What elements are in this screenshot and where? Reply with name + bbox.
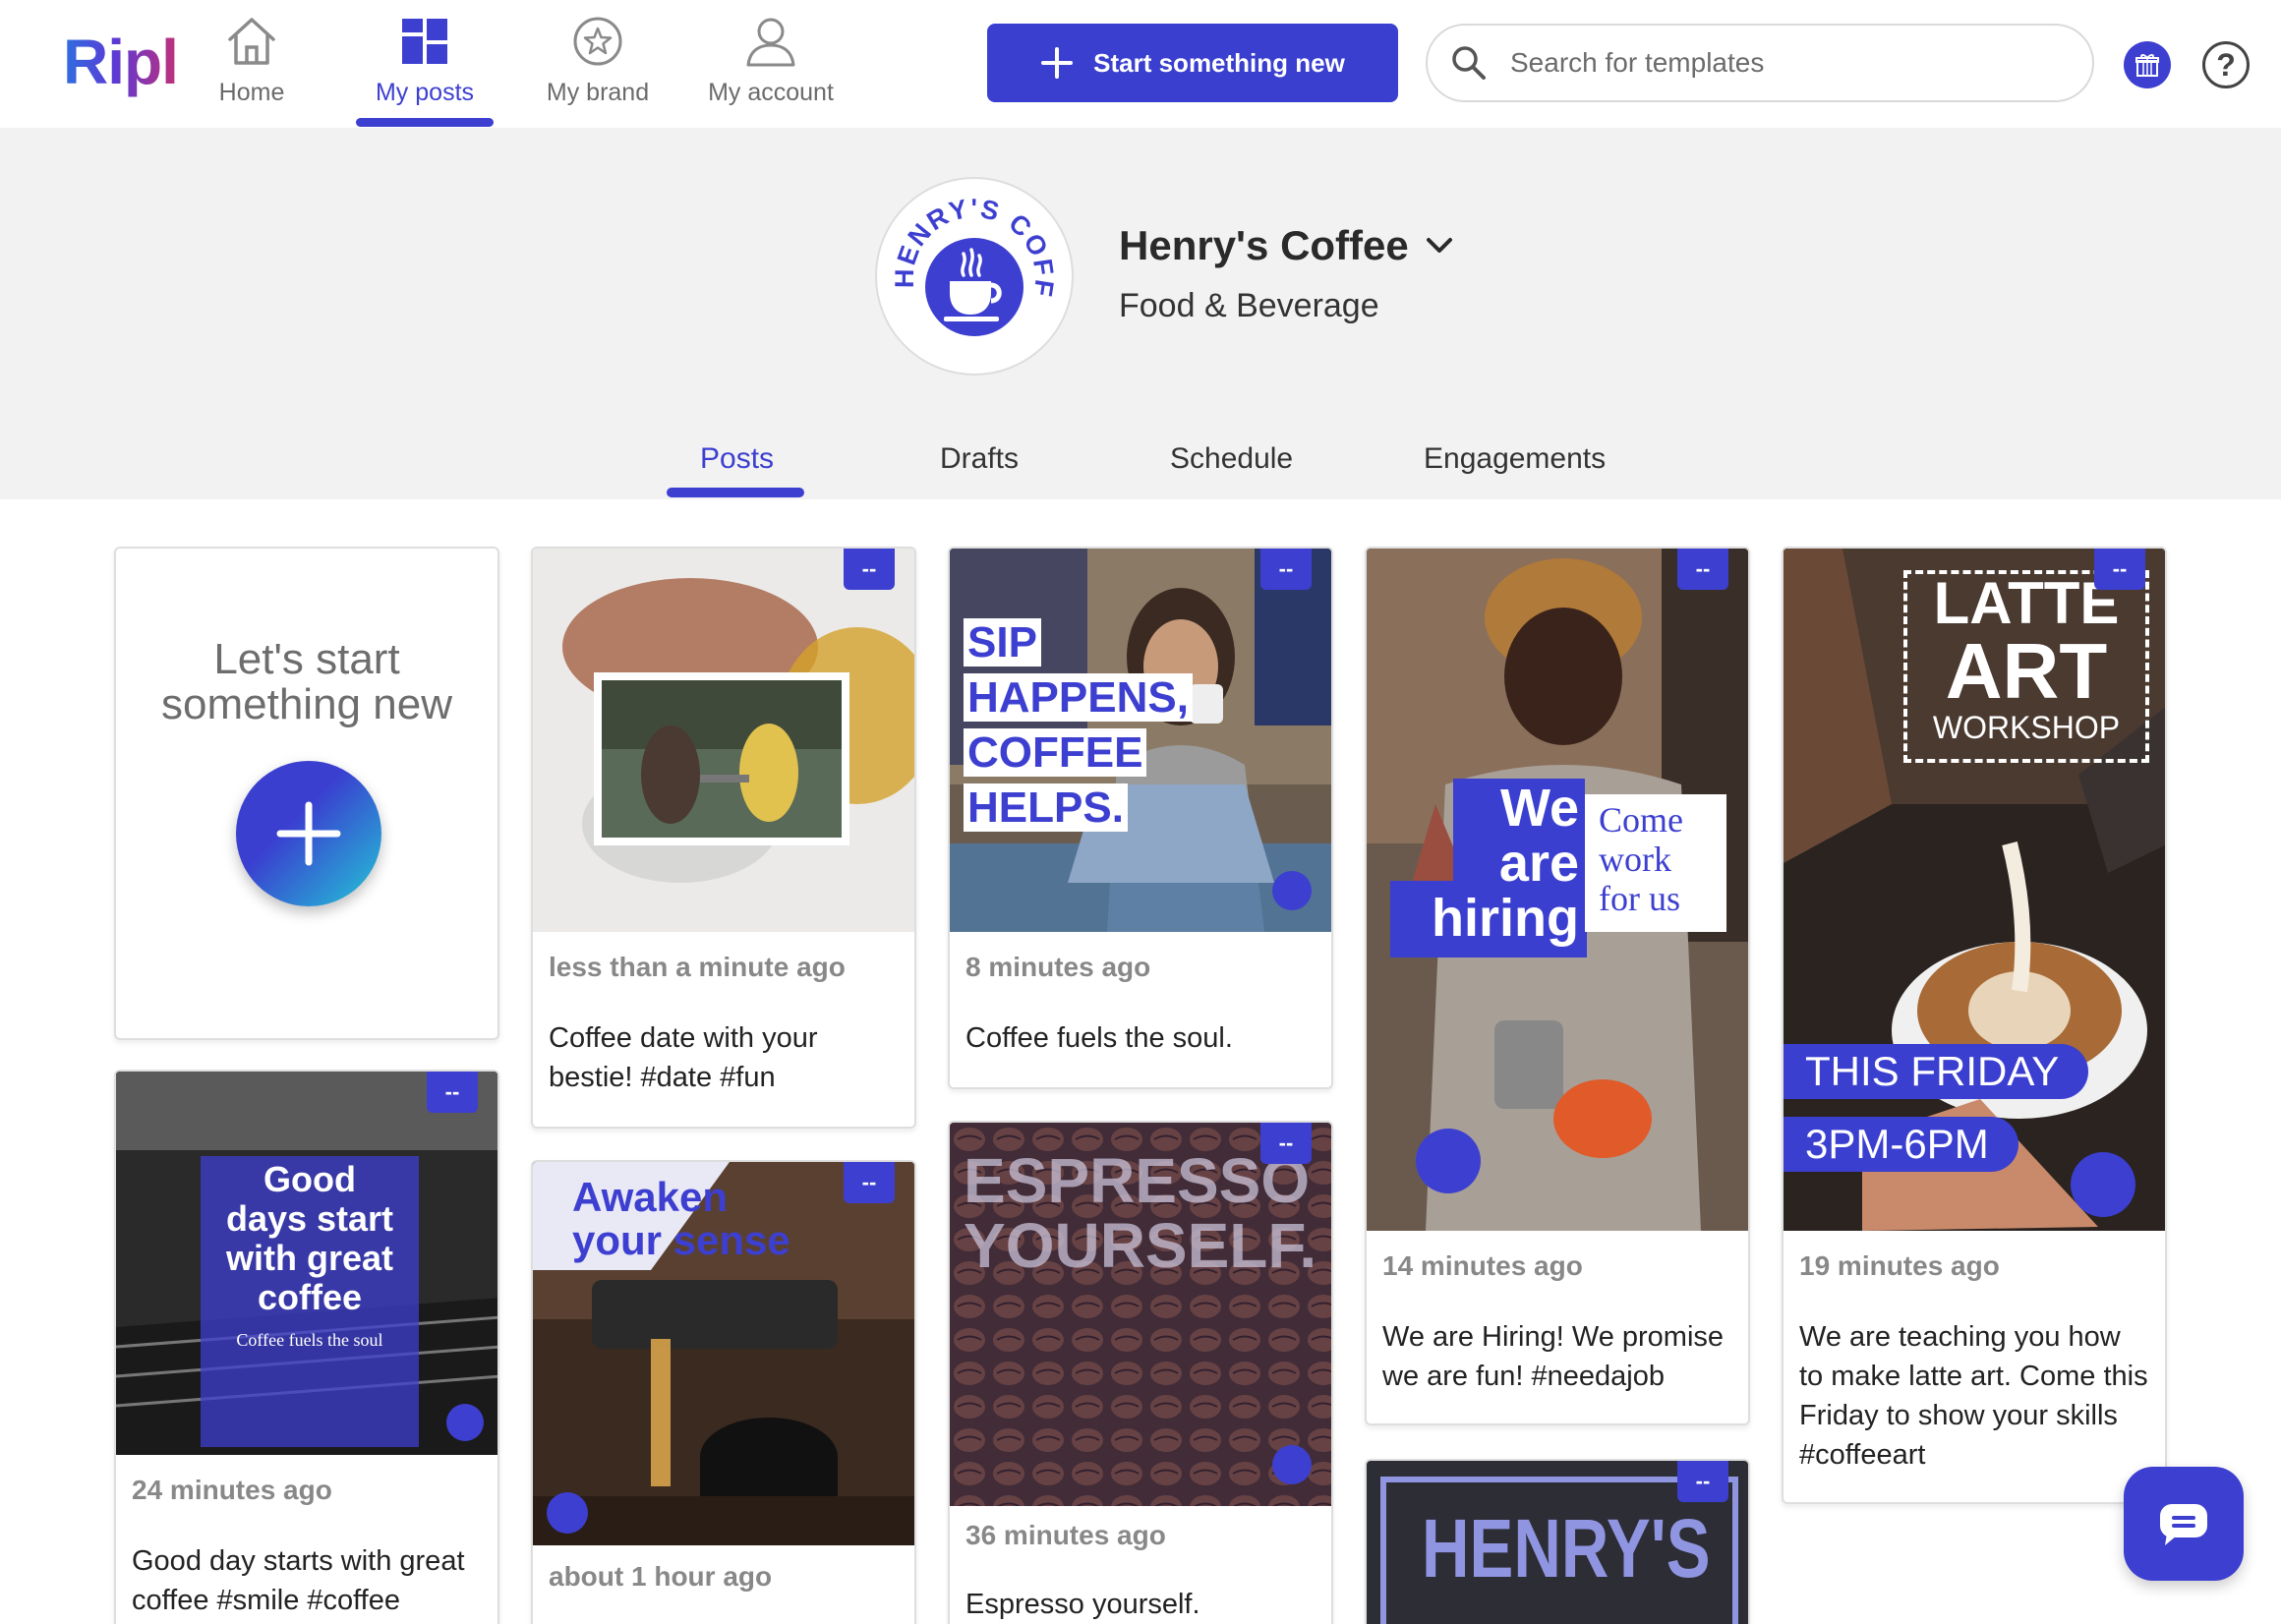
post-time: 36 minutes ago [965, 1520, 1166, 1550]
chevron-down-icon [1426, 238, 1452, 253]
post-card[interactable]: HENRY'S -- [1365, 1459, 1750, 1624]
user-icon [746, 18, 795, 67]
tab-schedule[interactable]: Schedule [1170, 442, 1293, 476]
top-navigation-bar: Ripl Home My posts My brand My account S… [0, 0, 2281, 128]
star-icon [573, 17, 622, 66]
post-time: less than a minute ago [549, 952, 846, 982]
business-name: Henry's Coffee [1119, 222, 1409, 268]
chat-icon [2160, 1504, 2207, 1545]
brand-logo-icon [446, 1404, 484, 1441]
search-icon [1452, 46, 1486, 80]
post-image: LATTE ART WORKSHOP THIS FRIDAY 3PM-6PM [1784, 549, 2165, 1231]
tab-drafts[interactable]: Drafts [940, 442, 1019, 476]
tab-engagements[interactable]: Engagements [1424, 442, 1606, 476]
post-card[interactable]: SIP HAPPENS, COFFEE HELPS. -- 8 minutes … [948, 547, 1333, 1089]
post-card[interactable]: ESPRESSO YOURSELF. -- 36 minutes ago Esp… [948, 1121, 1333, 1624]
post-caption: Coffee fuels the soul. [965, 1022, 1233, 1054]
nav-active-indicator [356, 118, 494, 127]
post-menu-badge[interactable]: -- [844, 1162, 895, 1203]
post-overlay-text: Good days start with great coffee Coffee… [225, 1159, 394, 1351]
post-overlay-pill: 3PM-6PM [1784, 1117, 2018, 1172]
post-time: 8 minutes ago [965, 952, 1151, 982]
post-menu-badge[interactable]: -- [1260, 1123, 1312, 1164]
start-something-new-button[interactable]: Start something new [987, 24, 1398, 102]
gift-button[interactable] [2124, 41, 2171, 88]
post-card[interactable]: -- less than a minute ago Coffee date wi… [531, 547, 916, 1129]
template-search-box[interactable] [1426, 24, 2094, 102]
nav-home-label: Home [218, 79, 285, 106]
post-menu-badge[interactable]: -- [844, 549, 895, 590]
post-time: about 1 hour ago [549, 1561, 773, 1592]
post-image [533, 549, 914, 932]
brand-logo-icon [2071, 1152, 2135, 1217]
plus-icon [1041, 47, 1074, 79]
business-category: Food & Beverage [1119, 287, 1379, 324]
post-menu-badge[interactable]: -- [427, 1072, 478, 1113]
post-image: We are hiring Come work for us [1367, 549, 1748, 1231]
start-something-new-label: Start something new [1093, 47, 1345, 78]
business-logo-avatar[interactable]: HENRY'S COFFEE [867, 155, 1074, 376]
post-overlay-text: Come work for us [1585, 794, 1726, 932]
chat-support-button[interactable] [2124, 1467, 2244, 1581]
post-card[interactable]: Good days start with great coffee Coffee… [114, 1070, 499, 1624]
brand-logo-icon [1272, 871, 1312, 910]
post-caption: Coffee date with your bestie! #date #fun [549, 1022, 818, 1093]
business-name-selector[interactable]: Henry's Coffee [1119, 222, 1454, 269]
gift-icon [2135, 54, 2159, 77]
nav-my-account-label: My account [708, 79, 834, 106]
brand-logo-icon [547, 1492, 588, 1534]
post-overlay-pill: THIS FRIDAY [1784, 1044, 2089, 1099]
search-input[interactable] [1510, 47, 2021, 79]
brand-logo-icon [1416, 1129, 1481, 1193]
post-image: ESPRESSO YOURSELF. [950, 1123, 1331, 1506]
post-overlay-text: We are hiring [1432, 779, 1579, 948]
post-overlay-text: Awaken your sense [572, 1174, 790, 1263]
nav-home[interactable]: Home [165, 14, 338, 128]
post-time: 24 minutes ago [132, 1475, 332, 1505]
create-post-button[interactable] [236, 761, 381, 906]
post-image: SIP HAPPENS, COFFEE HELPS. [950, 549, 1331, 932]
post-overlay-text: HENRY'S [1422, 1502, 1711, 1595]
plus-icon [276, 801, 341, 866]
start-new-card[interactable]: Let's start something new [114, 547, 499, 1040]
post-image: Awaken your sense [533, 1162, 914, 1545]
brand-logo-icon [1272, 1445, 1312, 1484]
post-time: 19 minutes ago [1799, 1250, 2000, 1281]
nav-my-brand-label: My brand [546, 79, 650, 106]
post-caption: We are Hiring! We promise we are fun! #n… [1382, 1321, 1725, 1392]
post-card[interactable]: We are hiring Come work for us -- 14 min… [1365, 547, 1750, 1425]
post-overlay-text: SIP HAPPENS, COFFEE HELPS. [964, 615, 1193, 836]
grid-icon [402, 19, 447, 64]
nav-my-account[interactable]: My account [684, 14, 857, 128]
post-caption: Good day starts with great coffee #smile… [132, 1545, 465, 1616]
post-card[interactable]: Awaken your sense -- about 1 hour ago [531, 1160, 916, 1624]
nav-my-brand[interactable]: My brand [511, 14, 684, 128]
post-image: Good days start with great coffee Coffee… [116, 1072, 497, 1455]
start-new-title: Let's start something new [161, 635, 452, 728]
post-time: 14 minutes ago [1382, 1250, 1583, 1281]
help-button[interactable]: ? [2202, 41, 2250, 88]
post-card[interactable]: LATTE ART WORKSHOP THIS FRIDAY 3PM-6PM -… [1782, 547, 2167, 1504]
home-icon [228, 18, 275, 65]
tab-posts[interactable]: Posts [700, 442, 774, 476]
post-caption: Espresso yourself. [965, 1589, 1200, 1620]
tab-active-indicator [667, 488, 804, 497]
post-menu-badge[interactable]: -- [2094, 549, 2145, 590]
nav-my-posts-label: My posts [375, 79, 475, 106]
post-overlay-text: ESPRESSO YOURSELF. [964, 1145, 1317, 1281]
question-icon: ? [2216, 46, 2236, 83]
post-menu-badge[interactable]: -- [1677, 1461, 1728, 1502]
ripl-logo[interactable]: Ripl [63, 26, 179, 98]
nav-my-posts[interactable]: My posts [338, 14, 511, 128]
post-caption: We are teaching you how to make latte ar… [1799, 1321, 2148, 1471]
post-menu-badge[interactable]: -- [1677, 549, 1728, 590]
post-overlay-text: LATTE ART WORKSHOP [1932, 570, 2121, 746]
post-menu-badge[interactable]: -- [1260, 549, 1312, 590]
